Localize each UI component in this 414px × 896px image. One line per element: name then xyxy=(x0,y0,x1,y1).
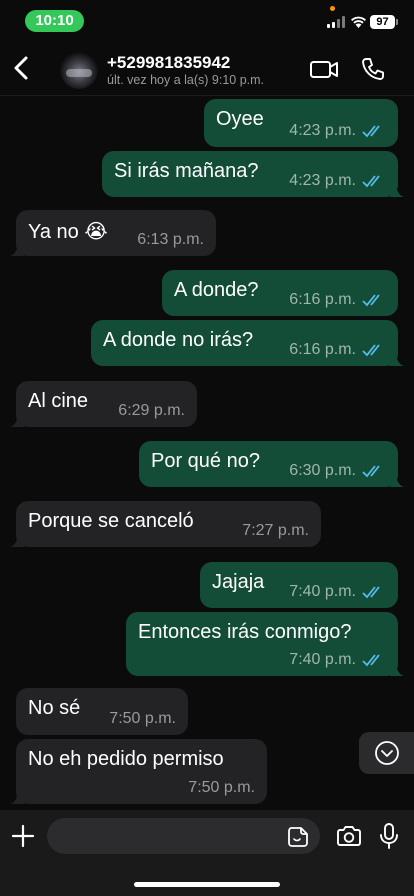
chevron-down-circle-icon xyxy=(375,741,399,765)
read-receipt-icon xyxy=(362,294,380,307)
last-seen-status: últ. vez hoy a la(s) 9:10 p.m. xyxy=(107,73,265,87)
message-meta: 6:13 p.m. xyxy=(137,231,204,249)
message-list[interactable]: Oyee 4:23 p.m. Si irás mañana? 4:23 p.m.… xyxy=(0,96,414,810)
message-time: 6:30 p.m. xyxy=(289,462,356,479)
home-indicator xyxy=(134,882,280,887)
message-time: 6:16 p.m. xyxy=(289,291,356,308)
sticker-icon[interactable] xyxy=(287,826,309,848)
bubble-tail xyxy=(10,242,24,256)
message-bubble-outgoing[interactable]: A donde? 6:16 p.m. xyxy=(162,270,398,316)
scroll-to-bottom-button[interactable] xyxy=(359,732,414,774)
message-bubble-incoming[interactable]: No eh pedido permiso 7:50 p.m. xyxy=(10,739,267,804)
message-bubble-outgoing[interactable]: Por qué no? 6:30 p.m. xyxy=(139,441,404,487)
read-receipt-icon xyxy=(362,465,380,478)
bubble-tail xyxy=(390,183,404,197)
message-bubble-incoming[interactable]: Al cine 6:29 p.m. xyxy=(10,381,197,427)
bubble-tail xyxy=(390,352,404,366)
message-meta: 6:16 p.m. xyxy=(289,291,384,309)
message-bubble-outgoing[interactable]: A donde no irás? 6:16 p.m. xyxy=(91,320,404,366)
message-bubble-outgoing[interactable]: Entonces irás conmigo? 7:40 p.m. xyxy=(126,612,404,676)
avatar[interactable] xyxy=(60,51,98,89)
contact-name[interactable]: +529981835942 xyxy=(107,53,230,73)
message-text: A donde? xyxy=(174,279,259,301)
microphone-icon[interactable] xyxy=(379,822,399,850)
read-receipt-icon xyxy=(362,586,380,599)
read-receipt-icon xyxy=(362,175,380,188)
message-text: Al cine xyxy=(28,390,89,412)
message-bubble-outgoing[interactable]: Si irás mañana? 4:23 p.m. xyxy=(102,151,404,197)
message-meta: 7:50 p.m. xyxy=(109,710,176,728)
message-text: Jajaja xyxy=(212,571,265,593)
message-time: 7:27 p.m. xyxy=(242,522,309,539)
message-meta: 7:50 p.m. xyxy=(188,779,255,797)
message-meta: 6:29 p.m. xyxy=(118,402,185,420)
bubble-tail xyxy=(10,790,24,804)
message-bubble-incoming[interactable]: Porque se canceló 7:27 p.m. xyxy=(10,501,321,547)
plus-icon[interactable] xyxy=(11,824,35,848)
message-composer xyxy=(0,810,414,896)
message-time: 6:16 p.m. xyxy=(289,341,356,358)
message-bubble-outgoing[interactable]: Oyee 4:23 p.m. xyxy=(204,99,398,147)
bubble-tail xyxy=(10,533,24,547)
message-meta: 6:16 p.m. xyxy=(289,341,384,359)
bubble-tail xyxy=(10,413,24,427)
battery-indicator: 97 xyxy=(370,15,398,29)
message-text: Porque se canceló xyxy=(28,510,194,532)
message-time: 7:40 p.m. xyxy=(289,651,356,668)
message-meta: 7:27 p.m. xyxy=(242,522,309,540)
read-receipt-icon xyxy=(362,344,380,357)
bubble-tail xyxy=(390,662,404,676)
chevron-left-icon[interactable] xyxy=(8,50,36,86)
camera-icon[interactable] xyxy=(336,824,362,848)
read-receipt-icon xyxy=(362,125,380,138)
message-time: 7:40 p.m. xyxy=(289,583,356,600)
message-meta: 6:30 p.m. xyxy=(289,462,384,480)
chat-header: +529981835942 últ. vez hoy a la(s) 9:10 … xyxy=(0,44,414,96)
message-bubble-incoming[interactable]: Ya no 😭 6:13 p.m. xyxy=(10,210,216,256)
message-bubble-outgoing[interactable]: Jajaja 7:40 p.m. xyxy=(200,562,398,608)
message-time: 4:23 p.m. xyxy=(289,122,356,139)
phone-icon[interactable] xyxy=(360,56,386,82)
video-camera-icon[interactable] xyxy=(308,56,340,82)
message-text: Por qué no? xyxy=(151,450,260,472)
cellular-signal-icon xyxy=(327,16,345,28)
message-time: 6:29 p.m. xyxy=(118,402,185,419)
wifi-icon xyxy=(351,16,366,28)
bubble-tail xyxy=(390,473,404,487)
message-meta: 4:23 p.m. xyxy=(289,172,384,190)
status-time: 10:10 xyxy=(25,10,84,32)
privacy-indicator-dot xyxy=(330,6,335,11)
message-text: Entonces irás conmigo? xyxy=(138,621,352,643)
message-time: 7:50 p.m. xyxy=(109,710,176,727)
status-bar: 10:10 97 xyxy=(0,0,414,44)
message-time: 4:23 p.m. xyxy=(289,172,356,189)
message-text: Oyee xyxy=(216,108,264,130)
message-meta: 4:23 p.m. xyxy=(289,122,384,140)
message-meta: 7:40 p.m. xyxy=(289,651,384,669)
message-text: Si irás mañana? xyxy=(114,160,259,182)
message-text: Ya no 😭 xyxy=(28,221,108,243)
message-time: 7:50 p.m. xyxy=(188,779,255,796)
message-text: A donde no irás? xyxy=(103,329,254,351)
message-time: 6:13 p.m. xyxy=(137,231,204,248)
message-meta: 7:40 p.m. xyxy=(289,583,384,601)
message-bubble-incoming[interactable]: No sé 7:50 p.m. xyxy=(16,688,188,735)
message-text: No sé xyxy=(28,697,81,719)
message-text: No eh pedido permiso xyxy=(28,748,224,770)
message-input[interactable] xyxy=(47,818,320,854)
read-receipt-icon xyxy=(362,654,380,667)
